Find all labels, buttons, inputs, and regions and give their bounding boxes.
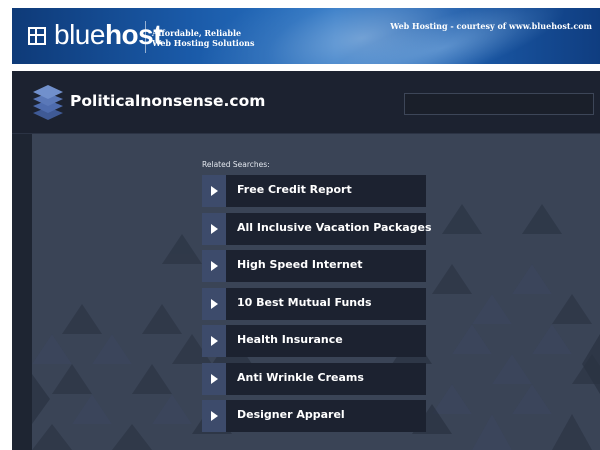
- related-searches-label: Related Searches:: [202, 160, 270, 169]
- related-links-list: Free Credit Report All Inclusive Vacatio…: [202, 175, 432, 438]
- bluehost-banner[interactable]: bluehost Affordable, Reliable Web Hostin…: [12, 8, 600, 64]
- play-arrow-icon: [211, 186, 218, 196]
- arrow-right-icon-box: [202, 175, 226, 207]
- logo-light-part: blue: [54, 19, 105, 50]
- play-arrow-icon: [211, 261, 218, 271]
- related-link-label: Free Credit Report: [237, 183, 352, 196]
- play-arrow-icon: [211, 411, 218, 421]
- search-input[interactable]: [404, 93, 594, 115]
- site-title[interactable]: Politicalnonsense.com: [70, 91, 265, 111]
- related-link-label: Designer Apparel: [237, 408, 345, 421]
- arrow-right-icon-box: [202, 287, 226, 320]
- related-link-anti-wrinkle-creams[interactable]: Anti Wrinkle Creams: [202, 362, 426, 395]
- parked-page: Politicalnonsense.com Related Searches: …: [12, 71, 600, 450]
- related-link-free-credit-report[interactable]: Free Credit Report: [202, 175, 426, 207]
- related-link-label: High Speed Internet: [237, 258, 363, 271]
- related-link-all-inclusive-vacation-packages[interactable]: All Inclusive Vacation Packages: [202, 212, 432, 245]
- banner-divider: [145, 21, 146, 53]
- site-header: Politicalnonsense.com: [12, 71, 600, 134]
- related-link-label: Health Insurance: [237, 333, 343, 346]
- related-link-high-speed-internet[interactable]: High Speed Internet: [202, 250, 426, 282]
- grid-square-icon: [28, 27, 46, 45]
- related-link-designer-apparel[interactable]: Designer Apparel: [202, 400, 426, 432]
- tagline-line-2: Web Hosting Solutions: [152, 38, 255, 48]
- related-link-label: 10 Best Mutual Funds: [237, 295, 372, 309]
- play-arrow-icon: [211, 223, 218, 234]
- arrow-right-icon-box: [202, 400, 226, 432]
- banner-courtesy-link[interactable]: Web Hosting - courtesy of www.bluehost.c…: [390, 21, 592, 31]
- related-link-label: Anti Wrinkle Creams: [237, 370, 364, 384]
- play-arrow-icon: [211, 298, 218, 309]
- banner-tagline: Affordable, Reliable Web Hosting Solutio…: [152, 28, 255, 48]
- play-arrow-icon: [211, 373, 218, 384]
- arrow-right-icon-box: [202, 212, 226, 245]
- arrow-right-icon-box: [202, 325, 226, 357]
- related-link-health-insurance[interactable]: Health Insurance: [202, 325, 426, 357]
- arrow-right-icon-box: [202, 362, 226, 395]
- arrow-right-icon-box: [202, 250, 226, 282]
- stacked-layers-icon: [33, 85, 63, 120]
- related-link-label: All Inclusive Vacation Packages: [237, 220, 432, 234]
- related-link-10-best-mutual-funds[interactable]: 10 Best Mutual Funds: [202, 287, 426, 320]
- content-area: Related Searches: Free Credit Report All…: [32, 134, 600, 450]
- tagline-line-1: Affordable, Reliable: [152, 28, 242, 38]
- play-arrow-icon: [211, 336, 218, 346]
